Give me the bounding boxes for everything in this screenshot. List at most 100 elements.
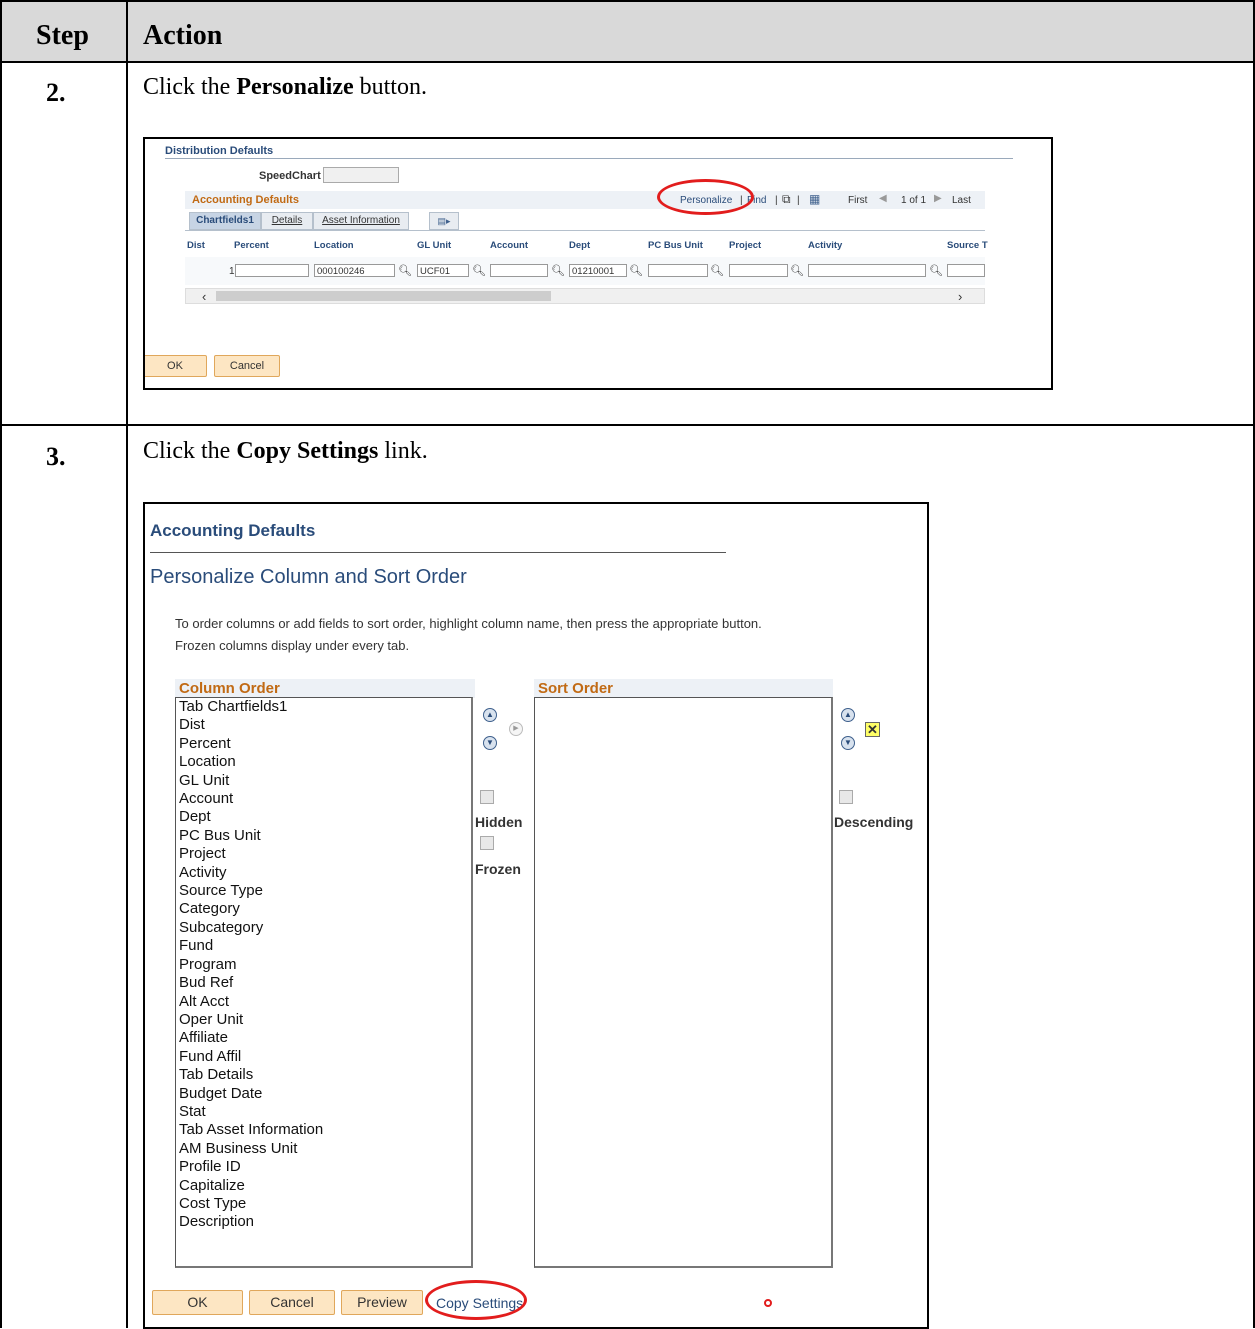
- lookup-icon[interactable]: 🔍︎: [629, 264, 643, 277]
- location-input[interactable]: 000100246: [314, 264, 395, 277]
- col-header[interactable]: GL Unit: [417, 240, 451, 251]
- col-header[interactable]: Activity: [808, 240, 842, 251]
- lookup-icon[interactable]: 🔍︎: [551, 264, 565, 277]
- list-item[interactable]: GL Unit: [176, 772, 471, 790]
- hidden-label: Hidden: [475, 814, 523, 830]
- col-header[interactable]: Project: [729, 240, 761, 251]
- list-item[interactable]: Description: [176, 1213, 471, 1231]
- percent-input[interactable]: [235, 264, 309, 277]
- list-item[interactable]: Program: [176, 956, 471, 974]
- list-item[interactable]: Capitalize: [176, 1177, 471, 1195]
- sort-move-down-icon[interactable]: ▼: [841, 736, 855, 750]
- scroll-thumb[interactable]: [216, 291, 551, 301]
- list-item[interactable]: Dept: [176, 808, 471, 826]
- frozen-checkbox[interactable]: [480, 836, 494, 850]
- list-item[interactable]: Fund Affil: [176, 1048, 471, 1066]
- horizontal-scrollbar[interactable]: ‹ ›: [185, 288, 985, 304]
- preview-button[interactable]: Preview: [341, 1290, 423, 1315]
- col-header[interactable]: Account: [490, 240, 528, 251]
- descending-checkbox[interactable]: [839, 790, 853, 804]
- sort-order-list[interactable]: [534, 697, 833, 1268]
- cancel-button[interactable]: Cancel: [249, 1290, 335, 1315]
- highlight-ellipse: [657, 179, 754, 215]
- list-item[interactable]: Source Type: [176, 882, 471, 900]
- list-item[interactable]: Tab Chartfields1: [176, 698, 471, 716]
- divider: [165, 158, 1013, 159]
- scroll-left-icon[interactable]: ‹: [202, 289, 206, 304]
- project-input[interactable]: [729, 264, 788, 277]
- table-border-row: [0, 424, 1255, 426]
- ok-button[interactable]: OK: [152, 1290, 243, 1315]
- col-header[interactable]: Dist: [187, 240, 205, 251]
- cursor-marker: [764, 1299, 772, 1307]
- grid-title: Accounting Defaults: [192, 194, 299, 206]
- scroll-right-icon[interactable]: ›: [958, 289, 962, 304]
- col-header[interactable]: Percent: [234, 240, 269, 251]
- col-header[interactable]: Source T: [947, 240, 988, 251]
- row-count: 1 of 1: [901, 195, 927, 206]
- activity-input[interactable]: [808, 264, 926, 277]
- step-number: 3.: [46, 442, 66, 471]
- toolbar-separator: |: [775, 195, 778, 206]
- list-item[interactable]: Category: [176, 900, 471, 918]
- list-item[interactable]: Cost Type: [176, 1195, 471, 1213]
- header-action: Action: [143, 20, 223, 51]
- lookup-icon[interactable]: 🔍︎: [472, 264, 486, 277]
- page-title: Distribution Defaults: [165, 145, 274, 157]
- gl-unit-input[interactable]: UCF01: [417, 264, 469, 277]
- ok-button[interactable]: OK: [145, 355, 207, 377]
- list-item[interactable]: PC Bus Unit: [176, 827, 471, 845]
- hidden-checkbox[interactable]: [480, 790, 494, 804]
- col-header[interactable]: Dept: [569, 240, 590, 251]
- lookup-icon[interactable]: 🔍︎: [710, 264, 724, 277]
- list-item[interactable]: AM Business Unit: [176, 1140, 471, 1158]
- list-item[interactable]: Stat: [176, 1103, 471, 1121]
- dept-input[interactable]: 01210001: [569, 264, 627, 277]
- view-all-icon[interactable]: ⧉: [782, 192, 791, 207]
- prev-icon[interactable]: ◀: [879, 193, 887, 204]
- lookup-icon[interactable]: 🔍︎: [790, 264, 804, 277]
- list-item[interactable]: Oper Unit: [176, 1011, 471, 1029]
- list-item[interactable]: Percent: [176, 735, 471, 753]
- list-item[interactable]: Project: [176, 845, 471, 863]
- lookup-icon[interactable]: 🔍︎: [398, 264, 412, 277]
- list-item[interactable]: Dist: [176, 716, 471, 734]
- list-item[interactable]: Activity: [176, 864, 471, 882]
- table-border-left: [0, 0, 2, 1328]
- list-item[interactable]: Budget Date: [176, 1085, 471, 1103]
- header-step: Step: [36, 20, 89, 51]
- next-icon[interactable]: ▶: [934, 193, 942, 204]
- list-item[interactable]: Account: [176, 790, 471, 808]
- divider: [150, 552, 726, 553]
- list-item[interactable]: Subcategory: [176, 919, 471, 937]
- last-link[interactable]: Last: [952, 195, 971, 206]
- list-item[interactable]: Tab Asset Information: [176, 1121, 471, 1139]
- list-item[interactable]: Profile ID: [176, 1158, 471, 1176]
- remove-sort-icon[interactable]: ✕: [865, 722, 880, 737]
- cancel-button[interactable]: Cancel: [214, 355, 280, 377]
- speedchart-input[interactable]: [323, 167, 399, 183]
- move-up-icon[interactable]: ▲: [483, 708, 497, 722]
- download-icon[interactable]: ▦: [809, 192, 820, 206]
- column-order-list[interactable]: Tab Chartfields1 Dist Percent Location GL Un…: [175, 697, 473, 1268]
- show-all-columns-icon[interactable]: ▤▸: [429, 212, 459, 230]
- pc-bus-unit-input[interactable]: [648, 264, 708, 277]
- add-to-sort-icon[interactable]: ▶: [509, 722, 523, 736]
- sort-move-up-icon[interactable]: ▲: [841, 708, 855, 722]
- tab-chartfields1[interactable]: Chartfields1: [189, 212, 261, 230]
- tab-asset-information[interactable]: Asset Information: [313, 212, 409, 230]
- list-item[interactable]: Bud Ref: [176, 974, 471, 992]
- lookup-icon[interactable]: 🔍︎: [929, 264, 943, 277]
- account-input[interactable]: [490, 264, 548, 277]
- col-header[interactable]: PC Bus Unit: [648, 240, 703, 251]
- move-down-icon[interactable]: ▼: [483, 736, 497, 750]
- list-item[interactable]: Affiliate: [176, 1029, 471, 1047]
- list-item[interactable]: Alt Acct: [176, 993, 471, 1011]
- source-input[interactable]: [947, 264, 985, 277]
- list-item[interactable]: Location: [176, 753, 471, 771]
- list-item[interactable]: Fund: [176, 937, 471, 955]
- list-item[interactable]: Tab Details: [176, 1066, 471, 1084]
- col-header[interactable]: Location: [314, 240, 354, 251]
- tab-details[interactable]: Details: [261, 212, 313, 230]
- first-link[interactable]: First: [848, 195, 867, 206]
